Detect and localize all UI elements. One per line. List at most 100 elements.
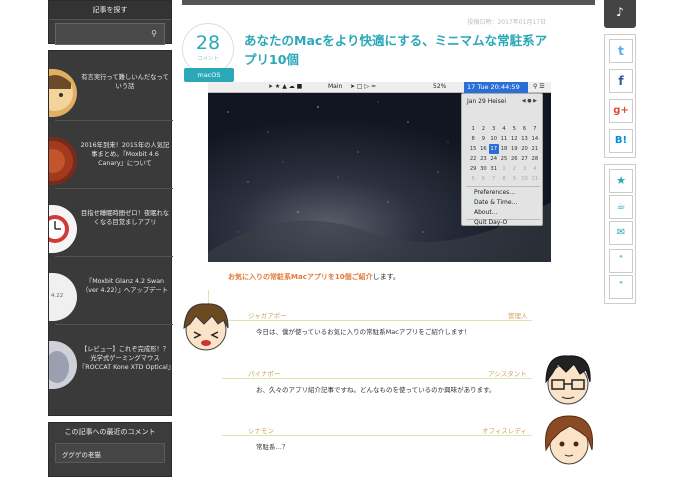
dialog-message: 今日は、僕が使っているお気に入りの常駐系Macアプリをご紹介します！: [256, 328, 471, 336]
article-screenshot: ➤ ★ ▲ ☁ ■ Main ➤ □ ▷ ≈ 52% 17 Tue 20:44:…: [208, 82, 551, 262]
calendar-day: 7: [533, 126, 537, 132]
dialog-divider: [222, 435, 532, 436]
chevron-up-icon[interactable]: ˄: [609, 249, 633, 273]
calendar-day: [530, 114, 540, 124]
calendar-day: 24: [490, 156, 497, 162]
article-list-title[interactable]: 2016年到来！2015年の人気記事まとめ。『Moxbit 4.6 Canary…: [79, 141, 171, 168]
article-thumbnail[interactable]: [49, 137, 77, 185]
article-list-title[interactable]: 【レビュー】これぞ完成形！？光学式ゲーミングマウス『ROCCAT Kone XT…: [79, 345, 174, 372]
cup-icon[interactable]: ☕: [609, 195, 633, 219]
calendar-day: 9: [481, 136, 486, 142]
calendar-day: 2: [481, 126, 486, 132]
calendar-day: [499, 114, 509, 124]
search-widget: 記事を探す ⚲: [48, 0, 172, 45]
avatar-painapo: [545, 355, 591, 405]
avatar-jagaapo: [183, 303, 229, 351]
article-thumbnail[interactable]: [49, 69, 77, 117]
article: 投稿日時：2017年01月17日 28 コメント macOS あなたのMacをよ…: [182, 5, 568, 477]
comment-count: 28: [195, 32, 221, 54]
calendar-day: 4: [533, 166, 537, 172]
calendar-month: Jan 29 Heisei: [467, 98, 507, 105]
calendar-day: 10: [521, 176, 528, 182]
dialog-role: オフィスレディ: [482, 427, 527, 435]
calendar-day: 9: [512, 176, 516, 182]
calendar-day: [478, 114, 488, 124]
calendar-day: 27: [521, 156, 528, 162]
calendar-day: 23: [480, 156, 487, 162]
article-list-item[interactable]: 目指せ睡眠時間ゼロ！夜眠れなくなる目覚ましアプリ: [49, 197, 173, 257]
microphone-button[interactable]: ♪: [604, 0, 636, 28]
dialog-message: お、久々のアプリ紹介記事ですね。どんなものを使っているのか興味があります。: [256, 386, 496, 394]
calendar-day: 4: [502, 126, 506, 132]
facebook-share-button[interactable]: f: [609, 69, 633, 93]
calendar-day-today: 17: [488, 144, 499, 154]
hatena-share-button[interactable]: B!: [609, 129, 633, 153]
calendar-day: 10: [490, 136, 497, 142]
calendar-day: 21: [531, 146, 539, 152]
dialog-speaker: ジャガアポー: [248, 312, 287, 320]
menu-bar-icons: ➤ ★ ▲ ☁ ■: [268, 83, 303, 90]
calendar-day: [509, 114, 519, 124]
calendar-menu-quit: Quit Day-O: [474, 219, 508, 226]
calendar-day: 11: [531, 176, 539, 182]
article-list-item[interactable]: 【レビュー】これぞ完成形！？光学式ゲーミングマウス『ROCCAT Kone XT…: [49, 333, 174, 393]
article-list-title[interactable]: 有言実行って難しいんだなっていう話: [79, 73, 171, 91]
intro-text: お気に入りの常駐系Macアプリを10個ご紹介します。: [228, 272, 400, 282]
chat-icon[interactable]: ✉: [609, 221, 633, 245]
gplus-share-button[interactable]: g+: [609, 99, 633, 123]
recent-comments-widget: この記事への最近のコメント ググゲの老猫: [48, 422, 172, 477]
calendar-day: 5: [471, 176, 475, 182]
avatar-cinnamon: [544, 415, 594, 465]
post-date: 投稿日時：2017年01月17日: [467, 19, 546, 26]
calendar-day: 7: [492, 176, 496, 182]
article-thumbnail[interactable]: 4.22: [49, 273, 77, 321]
calendar-day: 6: [481, 176, 486, 182]
article-list-item[interactable]: 4.22 『Moxbit Glanz 4.2 Swan（ver 4.22）』へア…: [49, 265, 173, 325]
article-list: 有言実行って難しいんだなっていう話 2016年到来！2015年の人気記事まとめ。…: [48, 50, 174, 416]
article-list-title[interactable]: 目指せ睡眠時間ゼロ！夜眠れなくなる目覚ましアプリ: [79, 209, 171, 227]
calendar-day: 5: [512, 126, 516, 132]
calendar-day: 3: [492, 126, 496, 132]
post-title: あなたのMacをより快適にする、ミニマムな常駐系アプリ10個: [244, 33, 548, 67]
calendar-day: 8: [471, 136, 475, 142]
menu-bar-status-icons: ➤ □ ▷ ≈: [350, 83, 377, 90]
star-icon[interactable]: ★: [609, 169, 633, 193]
calendar-day: 30: [480, 166, 487, 172]
calendar-day: 8: [502, 176, 506, 182]
calendar-menu-about: About...: [474, 209, 498, 216]
calendar-day: 1: [502, 166, 506, 172]
chevron-down-icon[interactable]: ˅: [609, 275, 633, 299]
dialog-role: アシスタント: [488, 370, 527, 378]
intro-rest: します。: [372, 273, 400, 281]
dialog-message: 常駐系…？: [256, 443, 289, 451]
calendar-day: 25: [500, 156, 508, 162]
calendar-day: 11: [500, 136, 508, 142]
twitter-share-button[interactable]: t: [609, 39, 633, 63]
calendar-day: 15: [469, 146, 477, 152]
search-input[interactable]: ⚲: [55, 23, 165, 45]
calendar-day: 12: [510, 136, 518, 142]
article-list-item[interactable]: 有言実行って難しいんだなっていう話: [49, 61, 173, 121]
article-list-item[interactable]: 2016年到来！2015年の人気記事まとめ。『Moxbit 4.6 Canary…: [49, 129, 173, 189]
comment-count-label: コメント: [196, 56, 219, 62]
dialog-divider: [222, 378, 532, 379]
thumbnail-version-label: 4.22: [51, 293, 64, 299]
calendar-day: 31: [490, 166, 497, 172]
dialog-divider: [222, 320, 532, 321]
article-list-title[interactable]: 『Moxbit Glanz 4.2 Swan（ver 4.22）』へアップデート: [79, 277, 171, 295]
calendar-day: 26: [510, 156, 518, 162]
calendar-day: [519, 114, 529, 124]
article-thumbnail[interactable]: [49, 341, 77, 389]
article-thumbnail[interactable]: [49, 205, 77, 253]
menu-bar-search-icon: ⚲ ☰: [533, 83, 545, 90]
dialog-speaker: シナモン: [248, 427, 274, 435]
category-badge[interactable]: macOS: [184, 68, 234, 82]
calendar-popup: Jan 29 Heisei ◀ ● ▶ 1234567 8 9 10 11 12 13 14…: [461, 93, 543, 226]
recent-comment-author[interactable]: ググゲの老猫: [55, 443, 165, 463]
calendar-day: 22: [469, 156, 477, 162]
intro-highlight: お気に入りの常駐系Macアプリを10個ご紹介: [228, 273, 373, 281]
menu-bar-battery: 52%: [433, 83, 447, 90]
menu-bar-clock: 17 Tue 20:44:59: [464, 82, 528, 93]
share-buttons: t f g+ B!: [604, 34, 636, 158]
search-icon[interactable]: ⚲: [147, 27, 161, 41]
